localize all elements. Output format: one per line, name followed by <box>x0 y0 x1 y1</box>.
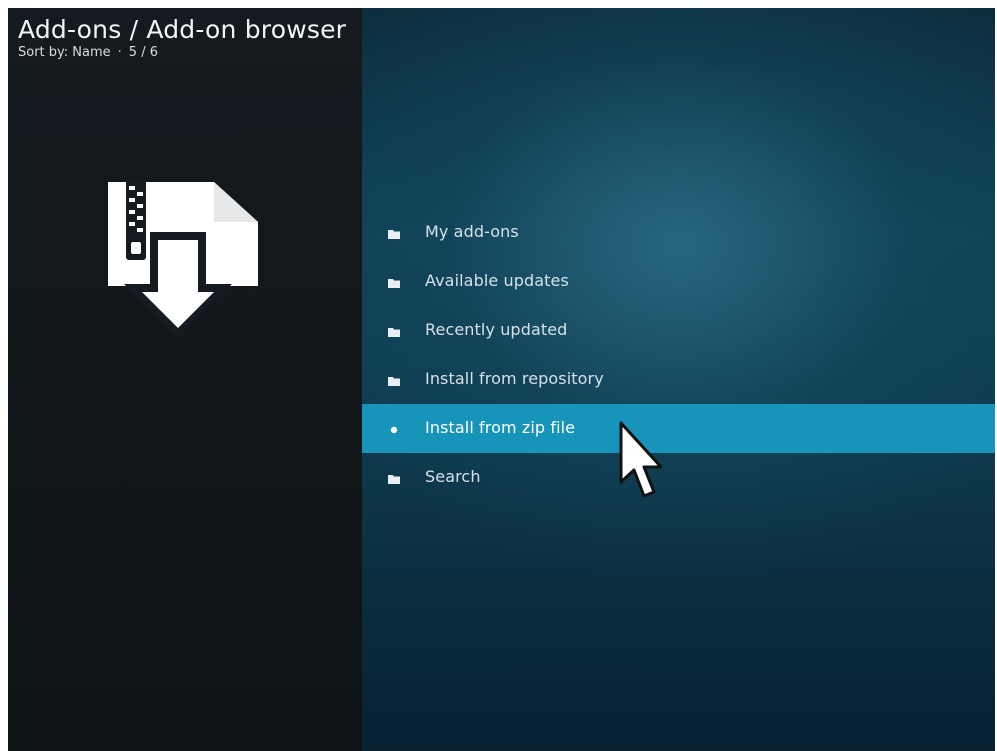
folder-icon <box>388 274 400 288</box>
menu-item-label: Recently updated <box>425 320 568 339</box>
menu-item-recently-updated[interactable]: Recently updated <box>362 306 995 355</box>
menu-item-label: Available updates <box>425 271 569 290</box>
kodi-screen: Add-ons / Add-on browser Sort by: Name · 5… <box>8 8 995 751</box>
addon-browser-menu: My add-ons Available updates Recently up… <box>362 208 995 502</box>
folder-icon <box>388 323 400 337</box>
mouse-pointer-icon <box>618 420 664 502</box>
zip-file-download-icon <box>96 176 266 346</box>
menu-item-my-addons[interactable]: My add-ons <box>362 208 995 257</box>
folder-icon <box>388 225 400 239</box>
menu-item-label: Search <box>425 467 481 486</box>
menu-item-available-updates[interactable]: Available updates <box>362 257 995 306</box>
dot-icon <box>388 421 400 434</box>
menu-item-label: Install from repository <box>425 369 604 388</box>
sort-label: Sort by: Name <box>18 45 111 60</box>
sort-info: Sort by: Name · 5 / 6 <box>18 45 346 61</box>
folder-icon <box>388 470 400 484</box>
menu-item-install-from-zip-file[interactable]: Install from zip file <box>362 404 995 453</box>
item-position: 5 / 6 <box>128 45 158 60</box>
folder-icon <box>388 372 400 386</box>
header: Add-ons / Add-on browser Sort by: Name · 5… <box>18 16 346 61</box>
page-title: Add-ons / Add-on browser <box>18 15 347 44</box>
left-panel <box>8 8 362 751</box>
menu-item-search[interactable]: Search <box>362 453 995 502</box>
menu-item-label: My add-ons <box>425 222 519 241</box>
menu-item-install-from-repository[interactable]: Install from repository <box>362 355 995 404</box>
menu-item-label: Install from zip file <box>425 418 576 437</box>
sort-separator: · <box>117 45 122 60</box>
